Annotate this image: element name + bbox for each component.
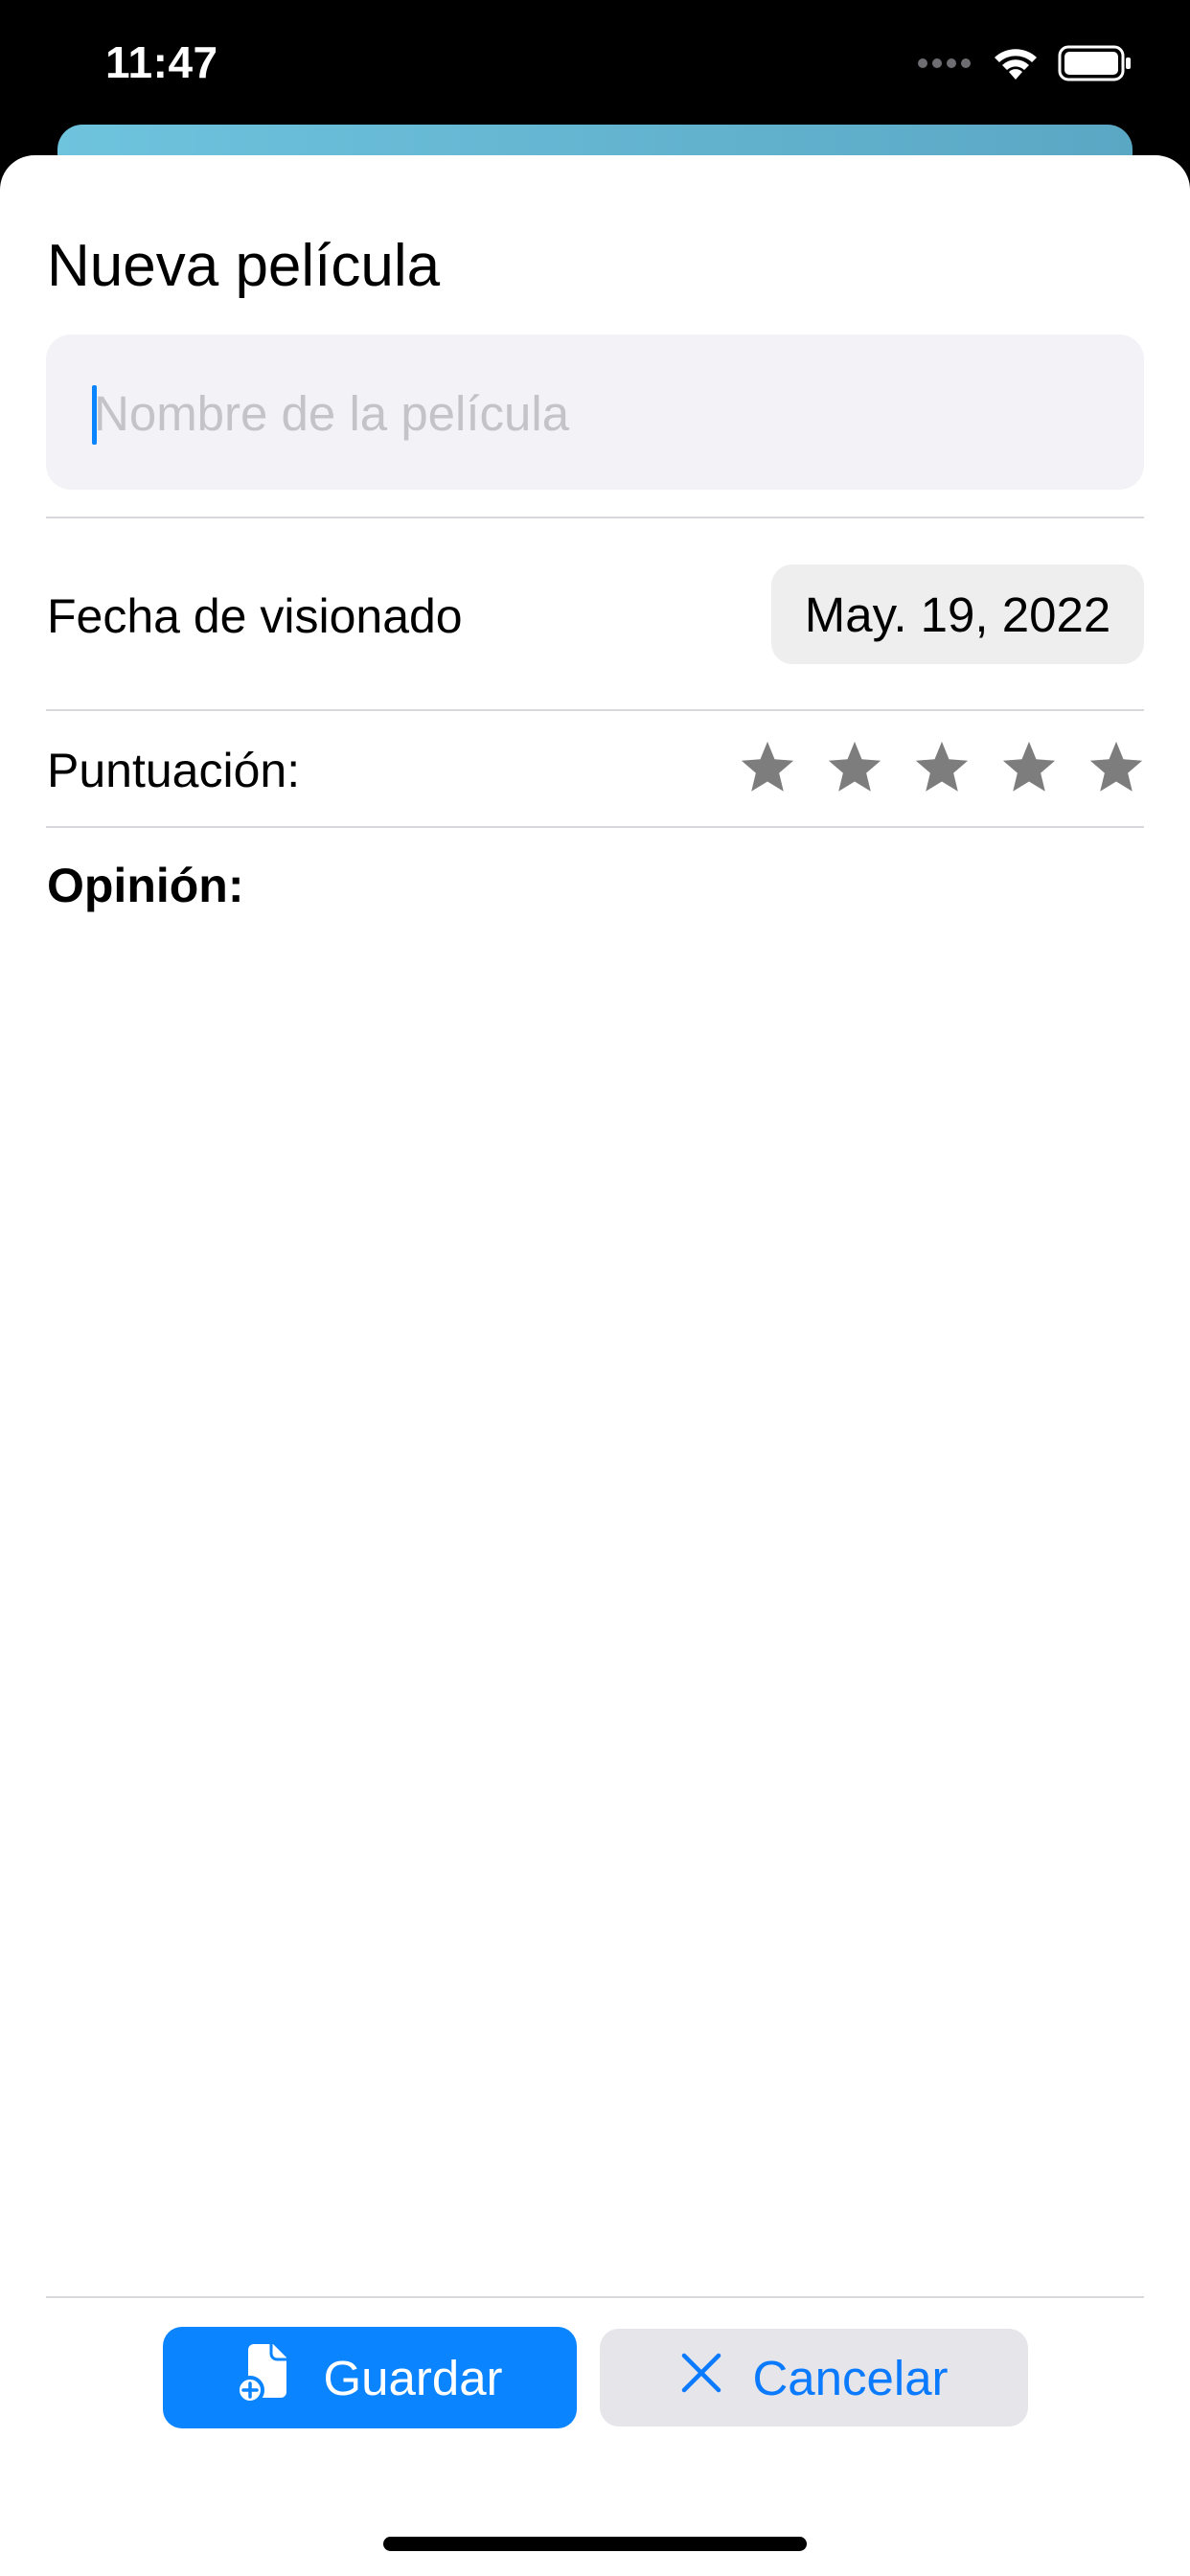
rating-star-2-icon[interactable]: [825, 738, 884, 797]
divider: [46, 709, 1144, 711]
cancel-button[interactable]: Cancelar: [600, 2329, 1028, 2426]
text-caret: [92, 385, 97, 445]
movie-name-input[interactable]: [92, 334, 1111, 492]
signal-dots-icon: [918, 57, 973, 75]
movie-name-field[interactable]: [46, 334, 1144, 492]
status-bar: 11:47: [0, 0, 1190, 125]
opinion-textarea[interactable]: [46, 932, 1148, 2430]
new-movie-sheet: Nueva película Fecha de visionado May. 1…: [0, 155, 1190, 2576]
divider: [46, 2296, 1144, 2298]
rating-stars: [738, 738, 1146, 797]
divider: [46, 517, 1144, 518]
close-icon: [679, 2350, 723, 2406]
status-icons: [918, 42, 1133, 88]
status-time: 11:47: [105, 37, 218, 87]
cancel-button-label: Cancelar: [752, 2350, 949, 2405]
save-button[interactable]: Guardar: [163, 2327, 577, 2428]
wifi-icon: [993, 45, 1039, 86]
divider: [46, 826, 1144, 828]
rating-star-3-icon[interactable]: [912, 738, 972, 797]
rating-star-1-icon[interactable]: [738, 738, 797, 797]
battery-icon: [1058, 45, 1133, 86]
watch-date-label: Fecha de visionado: [47, 589, 463, 643]
watch-date-picker[interactable]: May. 19, 2022: [771, 564, 1144, 664]
opinion-label: Opinión:: [47, 859, 244, 912]
rating-label: Puntuación:: [47, 744, 301, 797]
rating-star-4-icon[interactable]: [999, 738, 1059, 797]
home-indicator[interactable]: [383, 2537, 807, 2551]
save-button-label: Guardar: [323, 2350, 503, 2405]
add-document-icon: [236, 2340, 294, 2415]
app-screen: 11:47 Nueva película Nombre de la pelícu…: [0, 0, 1190, 2576]
rating-star-5-icon[interactable]: [1087, 738, 1146, 797]
page-title: Nueva película: [47, 233, 441, 299]
